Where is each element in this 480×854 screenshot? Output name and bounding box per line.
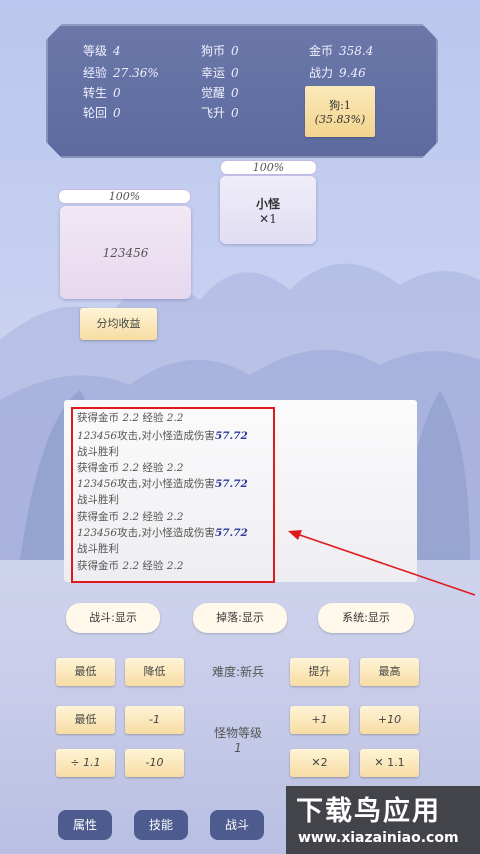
stat-value: 4 bbox=[113, 44, 121, 58]
monster-count: ✕1 bbox=[259, 211, 277, 226]
stat-label: 金币 bbox=[309, 44, 334, 58]
stat-label: 转生 bbox=[83, 86, 108, 100]
stat-exp: 经验 27.36% bbox=[83, 64, 159, 81]
annotation-arrow-icon bbox=[288, 530, 476, 596]
difficulty-highest-button[interactable]: 最高 bbox=[360, 658, 419, 686]
monster-card[interactable]: 小怪 ✕1 bbox=[220, 176, 316, 244]
monster-level-value: 1 bbox=[234, 741, 242, 755]
stat-gold: 金币 358.4 bbox=[309, 42, 373, 59]
difficulty-lowest-button[interactable]: 最低 bbox=[56, 658, 115, 686]
stat-value: 0 bbox=[231, 86, 239, 100]
monster-level-plus10-button[interactable]: +10 bbox=[360, 706, 419, 734]
player-name: 123456 bbox=[102, 245, 149, 260]
stat-value: 9.46 bbox=[339, 66, 366, 80]
monster-level-min-button[interactable]: 最低 bbox=[56, 706, 115, 734]
stat-value: 0 bbox=[113, 86, 121, 100]
stat-label: 经验 bbox=[83, 66, 108, 80]
stat-awaken: 觉醒 0 bbox=[201, 84, 239, 101]
monster-hp-bar: 100% bbox=[220, 160, 317, 175]
watermark-title: 下载鸟应用 bbox=[296, 796, 441, 827]
stat-value: 27.36% bbox=[113, 66, 159, 80]
stat-label: 幸运 bbox=[201, 66, 226, 80]
stat-ascend: 飞升 0 bbox=[201, 104, 239, 121]
stat-reincarnation: 轮回 0 bbox=[83, 104, 121, 121]
player-hp-bar: 100% bbox=[58, 189, 191, 204]
annotation-highlight-box bbox=[71, 407, 275, 583]
stat-luck: 幸运 0 bbox=[201, 64, 239, 81]
difficulty-label: 难度:新兵 bbox=[211, 665, 265, 679]
monster-level-divide-button[interactable]: ÷ 1.1 bbox=[56, 749, 115, 777]
stat-value: 0 bbox=[231, 66, 239, 80]
pet-progress: (35.83%) bbox=[314, 113, 366, 126]
difficulty-raise-button[interactable]: 提升 bbox=[290, 658, 349, 686]
nav-skills-button[interactable]: 技能 bbox=[134, 810, 188, 840]
player-card[interactable]: 123456 bbox=[60, 206, 191, 299]
split-earnings-button[interactable]: 分均收益 bbox=[80, 308, 157, 340]
watermark: 下载鸟应用 www.xiazainiao.com bbox=[286, 786, 480, 854]
pet-name: 狗:1 bbox=[329, 99, 351, 112]
stat-label: 觉醒 bbox=[201, 86, 226, 100]
pet-button[interactable]: 狗:1 (35.83%) bbox=[305, 86, 375, 137]
stat-value: 0 bbox=[113, 106, 121, 120]
stat-dog-coin: 狗币 0 bbox=[201, 42, 239, 59]
difficulty-lower-button[interactable]: 降低 bbox=[125, 658, 184, 686]
monster-level-label: 怪物等级 bbox=[213, 726, 262, 740]
stat-rebirth: 转生 0 bbox=[83, 84, 121, 101]
filter-system-button[interactable]: 系统:显示 bbox=[318, 603, 414, 633]
monster-name: 小怪 bbox=[255, 196, 280, 211]
monster-level-plus1-button[interactable]: +1 bbox=[290, 706, 349, 734]
stat-value: 0 bbox=[231, 106, 239, 120]
stat-level: 等级 4 bbox=[83, 42, 121, 59]
monster-level-minus1-button[interactable]: -1 bbox=[125, 706, 184, 734]
monster-level-times2-button[interactable]: ✕2 bbox=[290, 749, 349, 777]
stat-label: 战力 bbox=[309, 66, 334, 80]
watermark-url: www.xiazainiao.com bbox=[298, 830, 459, 846]
stat-power: 战力 9.46 bbox=[309, 64, 366, 81]
nav-battle-button[interactable]: 战斗 bbox=[210, 810, 264, 840]
filter-drop-button[interactable]: 掉落:显示 bbox=[193, 603, 287, 633]
stat-value: 358.4 bbox=[339, 44, 374, 58]
stat-label: 轮回 bbox=[83, 106, 108, 120]
monster-level-times11-button[interactable]: ✕ 1.1 bbox=[360, 749, 419, 777]
stat-label: 等级 bbox=[83, 44, 108, 58]
stat-value: 0 bbox=[231, 44, 239, 58]
filter-battle-button[interactable]: 战斗:显示 bbox=[66, 603, 160, 633]
stat-label: 狗币 bbox=[201, 44, 226, 58]
monster-level-minus10-button[interactable]: -10 bbox=[125, 749, 184, 777]
nav-attributes-button[interactable]: 属性 bbox=[58, 810, 112, 840]
stat-label: 飞升 bbox=[201, 106, 226, 120]
